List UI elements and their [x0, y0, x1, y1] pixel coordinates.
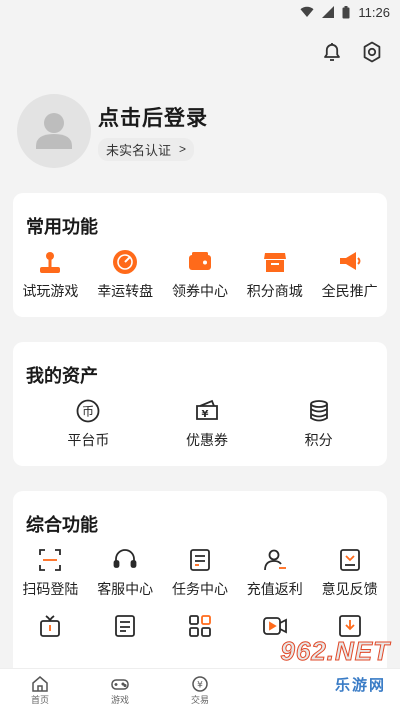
points-icon [309, 400, 328, 422]
wheel-icon [113, 250, 138, 274]
func-feedback[interactable]: 意见反馈 [322, 547, 378, 599]
home-icon [32, 676, 48, 692]
avatar[interactable] [17, 94, 91, 168]
site-watermark: 962.NET 乐游网 [242, 636, 392, 706]
my-assets-title: 我的资产 [26, 366, 98, 386]
func-label: 充值返利 [246, 581, 303, 597]
comprehensive-functions-title: 综合功能 [26, 515, 98, 535]
common-item-lucky-wheel[interactable]: 幸运转盘 [97, 249, 153, 301]
func-task-center[interactable]: 任务中心 [172, 547, 228, 599]
common-functions-row: 试玩游戏 幸运转盘 领券中心 积分商城 全民推广 [13, 249, 387, 301]
yen-icon: ¥ [192, 676, 208, 692]
status-bar: 11:26 [0, 0, 400, 24]
task-icon [190, 549, 210, 571]
watermark-logo-text: 962.NET [280, 636, 390, 667]
joystick-icon [40, 252, 61, 273]
nav-trade[interactable]: ¥ 交易 [160, 669, 240, 712]
top-actions [320, 40, 384, 64]
watermark-subtext: 乐游网 [334, 677, 386, 694]
user-rebate-icon [263, 549, 286, 571]
gear-icon[interactable] [360, 40, 384, 64]
asset-label: 优惠券 [185, 432, 228, 448]
common-functions-card: 常用功能 试玩游戏 幸运转盘 领券中心 积分商城 全民推广 [13, 193, 387, 317]
common-item-promotion[interactable]: 全民推广 [322, 249, 378, 301]
nav-games[interactable]: 游戏 [80, 669, 160, 712]
svg-text:币: 币 [82, 405, 94, 419]
asset-points[interactable]: 积分 [305, 398, 333, 450]
common-item-label: 全民推广 [321, 283, 378, 299]
common-item-label: 幸运转盘 [97, 283, 154, 299]
gamepad-icon [111, 679, 129, 690]
func-item-row2-3[interactable] [187, 613, 213, 639]
nav-home[interactable]: 首页 [0, 669, 80, 712]
wifi-icon [300, 6, 314, 18]
profile-section[interactable]: 点击后登录 未实名认证 > [17, 94, 208, 168]
func-customer-service[interactable]: 客服中心 [97, 547, 153, 599]
common-item-points-store[interactable]: 积分商城 [247, 249, 303, 301]
common-item-label: 试玩游戏 [22, 283, 79, 299]
common-functions-title: 常用功能 [26, 217, 98, 237]
megaphone-icon [339, 252, 361, 270]
func-label: 意见反馈 [321, 581, 378, 597]
login-prompt[interactable]: 点击后登录 [98, 102, 208, 132]
common-item-trial-game[interactable]: 试玩游戏 [22, 249, 78, 301]
nav-label: 交易 [190, 695, 209, 705]
user-silhouette-icon [36, 113, 72, 149]
store-icon [263, 253, 286, 272]
gift-icon [40, 615, 61, 637]
func-item-row2-1[interactable] [37, 613, 63, 639]
document-icon [115, 615, 136, 637]
status-time: 11:26 [358, 4, 390, 20]
asset-platform-coin[interactable]: 币 平台币 [67, 398, 109, 450]
my-assets-row: 币 平台币 ¥ 优惠券 积分 [13, 398, 387, 450]
headset-icon [113, 549, 137, 568]
func-scan-login[interactable]: 扫码登陆 [22, 547, 78, 599]
asset-label: 平台币 [67, 432, 110, 448]
common-item-label: 领券中心 [171, 283, 228, 299]
signal-icon [322, 6, 335, 18]
bell-icon[interactable] [320, 40, 344, 64]
common-item-coupon-center[interactable]: 领券中心 [172, 249, 228, 301]
coin-icon: 币 [76, 399, 100, 423]
svg-text:¥: ¥ [197, 681, 203, 691]
my-assets-card: 我的资产 币 平台币 ¥ 优惠券 积分 [13, 342, 387, 466]
asset-label: 积分 [304, 432, 333, 448]
svg-text:¥: ¥ [202, 409, 209, 420]
grid-icon [189, 615, 211, 637]
nav-label: 首页 [30, 695, 49, 705]
asset-voucher[interactable]: ¥ 优惠券 [186, 398, 228, 450]
chevron-right-icon: > [179, 142, 187, 156]
func-label: 客服中心 [97, 581, 154, 597]
coupon-icon [188, 252, 211, 270]
scan-icon [39, 549, 62, 571]
realname-badge[interactable]: 未实名认证 > [98, 137, 195, 161]
func-recharge-rebate[interactable]: 充值返利 [247, 547, 303, 599]
func-item-row2-2[interactable] [112, 613, 138, 639]
comprehensive-row-1: 扫码登陆 客服中心 任务中心 充值返利 意见反馈 [13, 547, 387, 599]
realname-label: 未实名认证 [106, 142, 172, 158]
func-label: 扫码登陆 [22, 581, 79, 597]
voucher-icon: ¥ [196, 399, 218, 420]
func-label: 任务中心 [171, 581, 228, 597]
battery-icon [342, 5, 350, 18]
nav-label: 游戏 [110, 695, 129, 705]
feedback-icon [339, 549, 360, 571]
common-item-label: 积分商城 [246, 283, 303, 299]
